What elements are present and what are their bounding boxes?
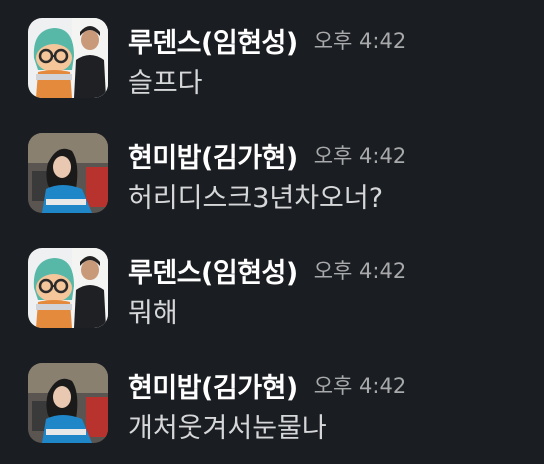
chat-message: 현미밥(김가현) 오후 4:42 개처웃겨서눈물나 [0,363,544,463]
message-text: 개처웃겨서눈물나 [128,413,327,444]
chat-message-list: 루덴스(임현성) 오후 4:42 슬프다 현미밥(김가현) 오후 4:42 허리… [0,0,544,464]
message-header: 현미밥(김가현) 오후 4:42 [128,135,406,175]
timestamp: 오후 4:42 [313,144,407,168]
sender-name[interactable]: 현미밥(김가현) [128,366,298,405]
chat-message: 루덴스(임현성) 오후 4:42 슬프다 [0,18,544,118]
timestamp: 오후 4:42 [313,259,407,283]
chat-message: 루덴스(임현성) 오후 4:42 뭐해 [0,248,544,348]
avatar[interactable] [28,363,108,443]
avatar[interactable] [28,248,108,328]
ludens-avatar-image [28,248,108,328]
message-text: 슬프다 [128,68,203,99]
message-header: 루덴스(임현성) 오후 4:42 [128,250,406,290]
timestamp: 오후 4:42 [313,374,407,398]
hyeonmibap-avatar-image [28,133,108,213]
timestamp: 오후 4:42 [313,29,407,53]
avatar[interactable] [28,133,108,213]
message-text: 허리디스크3년차오너? [128,183,384,214]
sender-name[interactable]: 현미밥(김가현) [128,136,298,175]
avatar[interactable] [28,18,108,98]
message-header: 현미밥(김가현) 오후 4:42 [128,365,406,405]
message-text: 뭐해 [128,298,178,329]
ludens-avatar-image [28,18,108,98]
message-header: 루덴스(임현성) 오후 4:42 [128,20,406,60]
chat-message: 현미밥(김가현) 오후 4:42 허리디스크3년차오너? [0,133,544,233]
sender-name[interactable]: 루덴스(임현성) [128,21,298,60]
hyeonmibap-avatar-image [28,363,108,443]
sender-name[interactable]: 루덴스(임현성) [128,251,298,290]
